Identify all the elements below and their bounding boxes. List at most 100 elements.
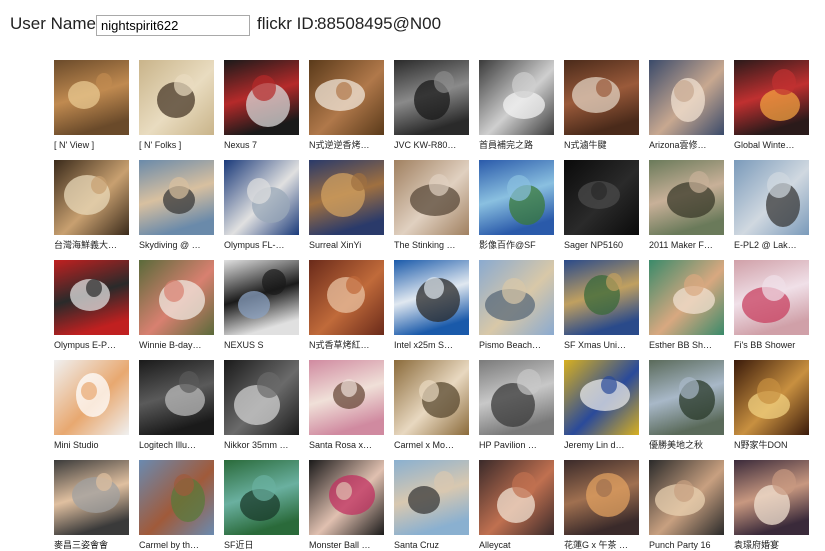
photo-tile[interactable]: [ N' View ] [54,60,129,150]
photo-tile[interactable]: Santa Cruz [394,460,469,550]
photo-tile[interactable]: SF近日 [224,460,299,550]
photo-thumbnail[interactable] [139,260,214,335]
photo-caption[interactable]: Esther BB Sh… [649,339,727,351]
photo-thumbnail[interactable] [564,360,639,435]
photo-tile[interactable]: Fi's BB Shower [734,260,809,350]
photo-caption[interactable]: Nikkor 35mm … [224,439,302,451]
photo-thumbnail[interactable] [139,60,214,135]
photo-thumbnail[interactable] [479,60,554,135]
photo-tile[interactable]: E-PL2 @ Lak… [734,160,809,250]
photo-tile[interactable]: Sager NP5160 [564,160,639,250]
photo-caption[interactable]: Olympus FL-… [224,239,302,251]
photo-thumbnail[interactable] [54,160,129,235]
photo-caption[interactable]: Winnie B-day… [139,339,217,351]
photo-thumbnail[interactable] [309,60,384,135]
photo-thumbnail[interactable] [734,60,809,135]
photo-caption[interactable]: N式香草烤紅… [309,339,387,351]
photo-tile[interactable]: Pismo Beach… [479,260,554,350]
photo-thumbnail[interactable] [564,160,639,235]
photo-caption[interactable]: Pismo Beach… [479,339,557,351]
photo-thumbnail[interactable] [649,160,724,235]
photo-thumbnail[interactable] [309,160,384,235]
photo-thumbnail[interactable] [394,60,469,135]
photo-caption[interactable]: 首員補完之路 [479,139,557,151]
photo-thumbnail[interactable] [479,360,554,435]
photo-caption[interactable]: Logitech Illu… [139,439,217,451]
photo-tile[interactable]: Olympus FL-… [224,160,299,250]
photo-tile[interactable]: Monster Ball … [309,460,384,550]
photo-thumbnail[interactable] [479,260,554,335]
photo-tile[interactable]: Global Winte… [734,60,809,150]
photo-caption[interactable]: HP Pavilion … [479,439,557,451]
photo-thumbnail[interactable] [394,160,469,235]
photo-caption[interactable]: Nexus 7 [224,139,302,151]
photo-tile[interactable]: Carmel x Mo… [394,360,469,450]
photo-thumbnail[interactable] [649,360,724,435]
photo-caption[interactable]: Mini Studio [54,439,132,451]
photo-tile[interactable]: Punch Party 16 [649,460,724,550]
photo-thumbnail[interactable] [224,360,299,435]
photo-tile[interactable]: SF Xmas Uni… [564,260,639,350]
photo-tile[interactable]: The Stinking … [394,160,469,250]
photo-tile[interactable]: Mini Studio [54,360,129,450]
photo-tile[interactable]: Skydiving @ … [139,160,214,250]
photo-tile[interactable]: HP Pavilion … [479,360,554,450]
photo-tile[interactable]: Olympus E-P… [54,260,129,350]
photo-thumbnail[interactable] [564,260,639,335]
photo-caption[interactable]: N野家牛DON [734,439,812,451]
photo-caption[interactable]: Intel x25m S… [394,339,472,351]
photo-thumbnail[interactable] [54,60,129,135]
photo-caption[interactable]: SF Xmas Uni… [564,339,642,351]
photo-tile[interactable]: Nexus 7 [224,60,299,150]
photo-thumbnail[interactable] [649,460,724,535]
photo-tile[interactable]: Arizona雲修… [649,60,724,150]
photo-tile[interactable]: Winnie B-day… [139,260,214,350]
photo-caption[interactable]: Arizona雲修… [649,139,727,151]
photo-caption[interactable]: [ N' View ] [54,139,132,151]
photo-thumbnail[interactable] [224,60,299,135]
photo-tile[interactable]: [ N' Folks ] [139,60,214,150]
photo-caption[interactable]: 2011 Maker F… [649,239,727,251]
photo-thumbnail[interactable] [224,160,299,235]
photo-tile[interactable]: JVC KW-R80… [394,60,469,150]
photo-thumbnail[interactable] [54,360,129,435]
photo-caption[interactable]: 台灣海鮮義大… [54,239,132,251]
photo-tile[interactable]: Santa Rosa x… [309,360,384,450]
photo-tile[interactable]: 花蓮G x 午茶 … [564,460,639,550]
photo-caption[interactable]: E-PL2 @ Lak… [734,239,812,251]
photo-caption[interactable]: Punch Party 16 [649,539,727,551]
photo-tile[interactable]: NEXUS S [224,260,299,350]
photo-tile[interactable]: N式滷牛腱 [564,60,639,150]
photo-tile[interactable]: 影像百作@SF [479,160,554,250]
photo-caption[interactable]: Global Winte… [734,139,812,151]
photo-caption[interactable]: Santa Rosa x… [309,439,387,451]
photo-tile[interactable]: 優勝美地之秋 [649,360,724,450]
photo-caption[interactable]: 花蓮G x 午茶 … [564,539,642,551]
photo-thumbnail[interactable] [734,460,809,535]
photo-tile[interactable]: Esther BB Sh… [649,260,724,350]
photo-thumbnail[interactable] [479,160,554,235]
photo-thumbnail[interactable] [309,460,384,535]
photo-tile[interactable]: 麥昌三姿會會 [54,460,129,550]
photo-thumbnail[interactable] [394,260,469,335]
photo-thumbnail[interactable] [224,260,299,335]
photo-thumbnail[interactable] [139,460,214,535]
photo-tile[interactable]: Alleycat [479,460,554,550]
photo-thumbnail[interactable] [734,260,809,335]
photo-thumbnail[interactable] [734,360,809,435]
photo-caption[interactable]: 麥昌三姿會會 [54,539,132,551]
photo-thumbnail[interactable] [139,360,214,435]
photo-caption[interactable]: Olympus E-P… [54,339,132,351]
photo-caption[interactable]: 袁璟府婚宴 [734,539,812,551]
photo-thumbnail[interactable] [394,360,469,435]
photo-caption[interactable]: Fi's BB Shower [734,339,812,351]
photo-tile[interactable]: Jeremy Lin d… [564,360,639,450]
photo-tile[interactable]: N式逆逆香烤… [309,60,384,150]
photo-thumbnail[interactable] [309,360,384,435]
photo-tile[interactable]: N式香草烤紅… [309,260,384,350]
photo-tile[interactable]: 2011 Maker F… [649,160,724,250]
photo-tile[interactable]: 台灣海鮮義大… [54,160,129,250]
photo-caption[interactable]: Carmel x Mo… [394,439,472,451]
photo-tile[interactable]: Surreal XinYi [309,160,384,250]
photo-caption[interactable]: Carmel by th… [139,539,217,551]
